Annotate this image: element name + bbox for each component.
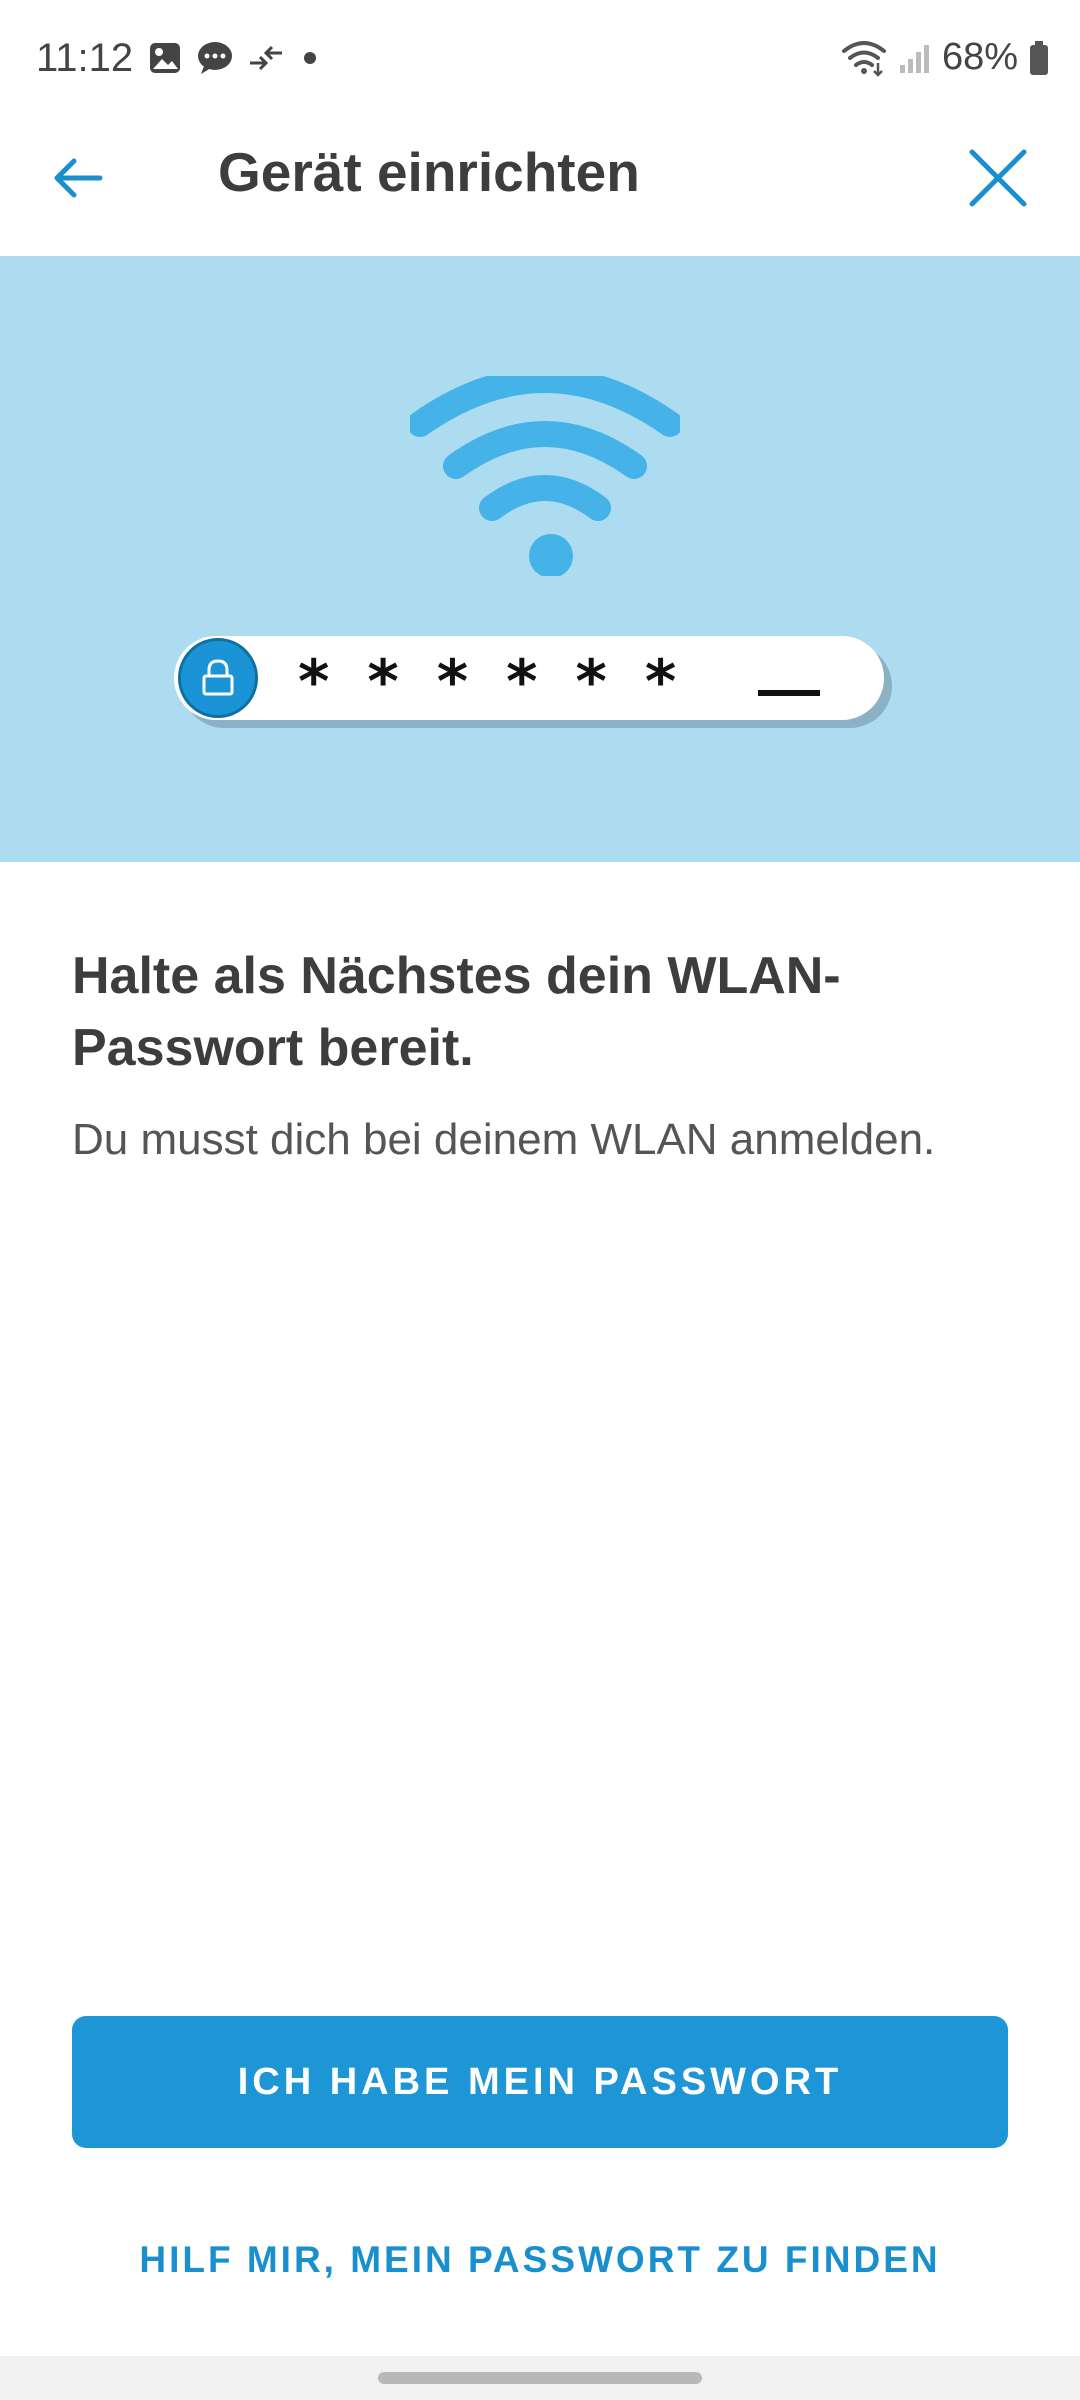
close-icon [969, 149, 1027, 207]
dot-icon [304, 52, 316, 64]
gallery-icon [150, 43, 180, 73]
battery-percentage: 68% [941, 36, 1018, 78]
masked-password: ****** [298, 647, 715, 717]
instruction-body: Du musst dich bei deinem WLAN anmelden. [72, 1115, 936, 1164]
lock-badge [178, 638, 258, 718]
find-password-link[interactable]: HILF MIR, MEIN PASSWORT ZU FINDEN [72, 2220, 1008, 2300]
password-field-illustration: ****** [174, 636, 884, 720]
arrow-left-icon [54, 158, 103, 198]
notification-icons [148, 40, 322, 76]
navigation-bar [0, 2356, 1080, 2400]
instruction-heading: Halte als Nächstes dein WLAN-Passwort be… [72, 947, 841, 1077]
status-bar: 11:12 68% [0, 0, 1080, 120]
lock-icon [202, 659, 234, 696]
wifi-password-illustration: ****** [0, 256, 1080, 862]
status-time: 11:12 [36, 36, 134, 80]
page-title: Gerät einrichten [218, 141, 640, 203]
wifi-icon [841, 40, 886, 77]
home-indicator[interactable] [378, 2372, 702, 2384]
battery-icon [1030, 40, 1048, 75]
have-password-button[interactable]: ICH HABE MEIN PASSWORT [72, 2016, 1008, 2148]
close-button[interactable] [962, 142, 1034, 214]
chat-icon [198, 42, 232, 74]
system-status: 68% [840, 36, 1050, 79]
back-button[interactable] [42, 142, 114, 214]
wifi-icon [410, 376, 680, 576]
data-transfer-icon [250, 45, 282, 71]
text-cursor [758, 690, 820, 696]
setup-screen: 11:12 68% Gerät einrichten ****** Halte … [0, 0, 1080, 2400]
signal-icon [899, 44, 929, 73]
app-bar: Gerät einrichten [0, 120, 1080, 256]
